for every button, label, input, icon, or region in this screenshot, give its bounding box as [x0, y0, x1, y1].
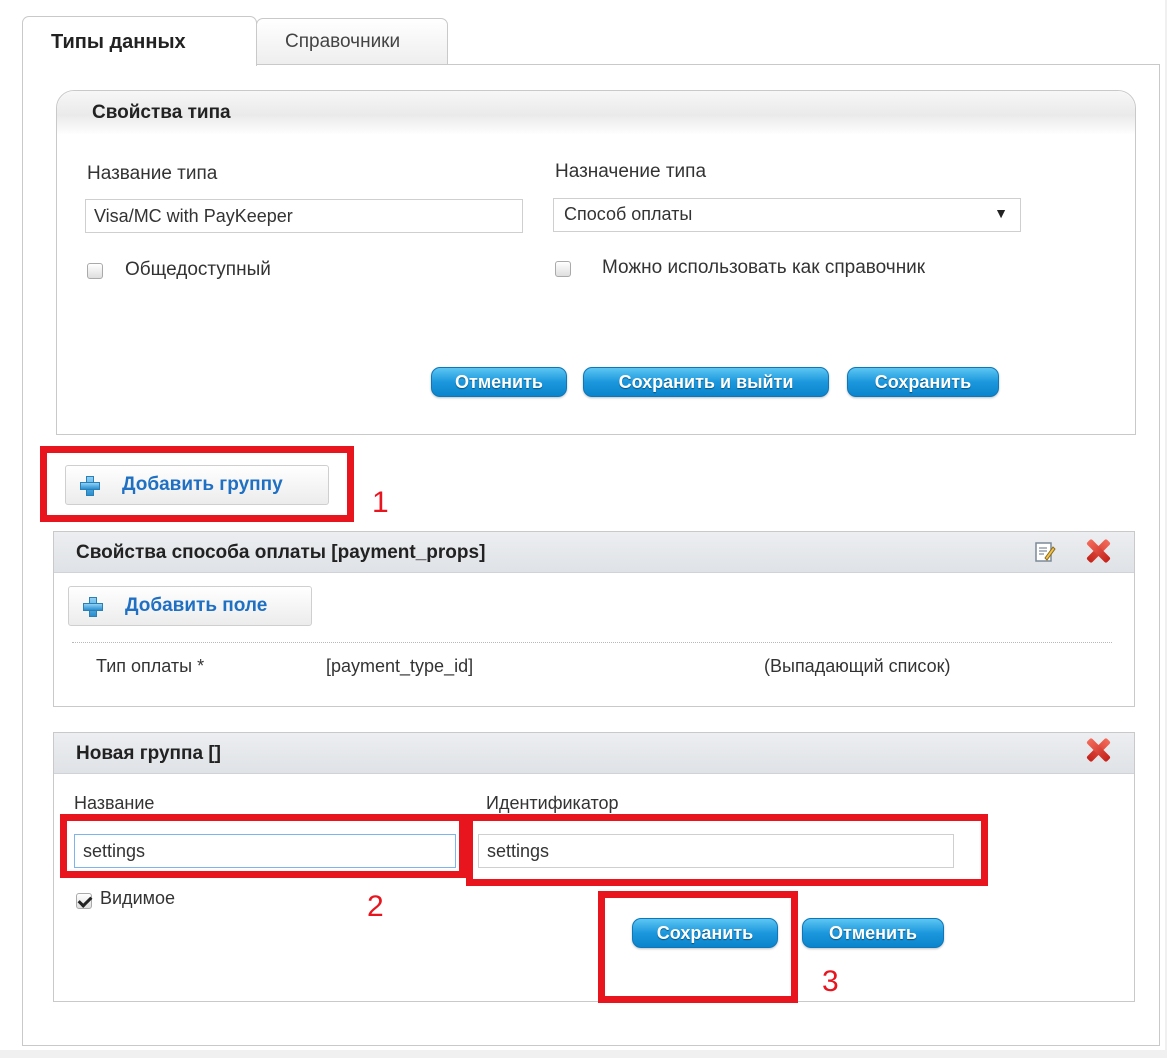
edit-icon[interactable]	[1034, 541, 1056, 563]
type-properties-panel: Свойства типа Название типа Назначение т…	[56, 90, 1136, 435]
plus-icon	[83, 597, 103, 617]
public-label: Общедоступный	[125, 259, 271, 280]
delete-group-icon[interactable]	[1086, 539, 1110, 563]
type-purpose-label: Назначение типа	[555, 161, 707, 182]
add-field-button[interactable]: Добавить поле	[68, 586, 312, 626]
annotation-number-3: 3	[822, 965, 839, 998]
annotation-box-1	[40, 446, 354, 522]
field-identifier: [payment_type_id]	[326, 656, 474, 676]
group-payment-props-header: Свойства способа оплаты [payment_props]	[54, 532, 1134, 573]
chevron-down-icon: ▼	[994, 205, 1008, 221]
annotation-number-1: 1	[372, 486, 389, 519]
tab-data-types[interactable]: Типы данных	[22, 16, 257, 66]
group-payment-props: Свойства способа оплаты [payment_props] …	[53, 531, 1135, 707]
group-cancel-button[interactable]: Отменить	[802, 918, 944, 948]
visible-label: Видимое	[100, 888, 176, 908]
group-identifier-label: Идентификатор	[486, 793, 619, 813]
public-checkbox[interactable]	[87, 263, 103, 279]
type-name-input[interactable]	[85, 199, 523, 233]
page-frame: Типы данных Справочники Свойства типа На…	[0, 0, 1165, 1050]
tab-content: Свойства типа Название типа Назначение т…	[22, 64, 1160, 1046]
reference-label: Можно использовать как справочник	[602, 257, 926, 278]
add-field-label: Добавить поле	[125, 595, 268, 616]
tab-references[interactable]: Справочники	[256, 18, 448, 64]
group-payment-props-title: Свойства способа оплаты [payment_props]	[76, 542, 486, 563]
divider	[72, 642, 1112, 643]
annotation-box-3	[598, 891, 798, 1003]
annotation-box-2b	[466, 814, 988, 886]
reference-checkbox[interactable]	[555, 261, 571, 277]
type-purpose-select[interactable]: Способ оплаты ▼	[553, 198, 1021, 232]
type-purpose-value: Способ оплаты	[564, 204, 693, 224]
delete-group-icon[interactable]	[1086, 738, 1110, 762]
type-properties-title: Свойства типа	[92, 102, 231, 123]
group-new-header: Новая группа []	[54, 733, 1134, 774]
group-name-label: Название	[74, 793, 155, 813]
cancel-button[interactable]: Отменить	[431, 367, 567, 397]
save-and-exit-button[interactable]: Сохранить и выйти	[583, 367, 829, 397]
field-type: (Выпадающий список)	[764, 656, 951, 676]
annotation-number-2: 2	[367, 890, 384, 923]
type-properties-header: Свойства типа	[57, 91, 1135, 135]
save-button[interactable]: Сохранить	[847, 367, 999, 397]
field-name: Тип оплаты *	[96, 656, 205, 676]
annotation-box-2a	[60, 814, 466, 878]
type-name-label: Название типа	[87, 163, 218, 184]
group-new-title: Новая группа []	[76, 743, 221, 764]
visible-checkbox[interactable]	[76, 893, 92, 909]
